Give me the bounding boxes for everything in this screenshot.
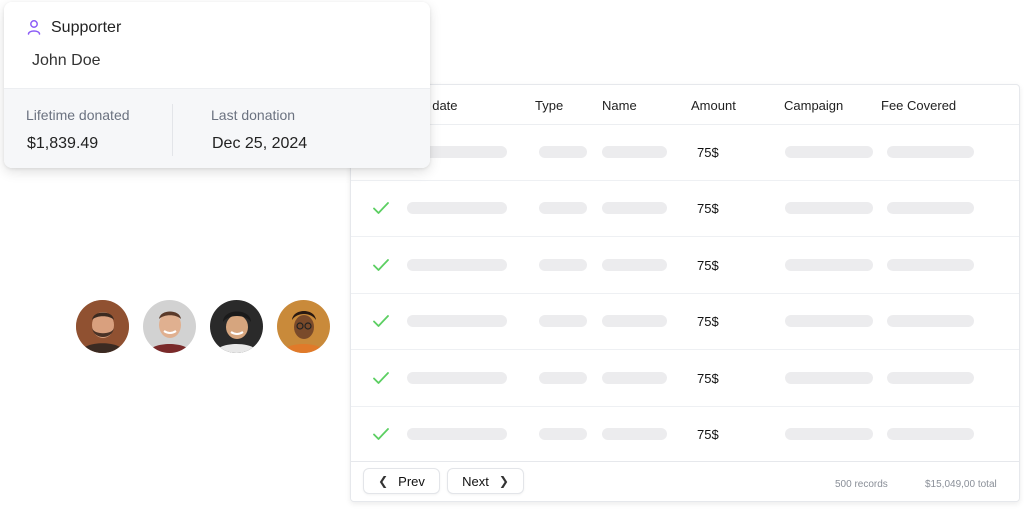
pill-date bbox=[407, 202, 507, 215]
pill-campaign bbox=[785, 315, 873, 328]
last-donation-value: Dec 25, 2024 bbox=[212, 135, 308, 152]
pill-date bbox=[407, 428, 507, 440]
header-amount[interactable]: Amount bbox=[691, 98, 736, 113]
amount-cell: 75$ bbox=[697, 257, 719, 273]
table-row[interactable]: 75$ bbox=[351, 294, 1019, 351]
pill-date bbox=[407, 315, 507, 328]
table-row[interactable]: 75$ bbox=[351, 238, 1019, 294]
supporter-card-header: Supporter John Doe bbox=[4, 2, 430, 89]
pill-fee bbox=[887, 428, 974, 440]
amount-cell: 75$ bbox=[697, 145, 719, 160]
pill-fee bbox=[887, 146, 974, 158]
check-icon bbox=[373, 428, 389, 440]
check-icon bbox=[373, 258, 389, 271]
header-fee-covered[interactable]: Fee Covered bbox=[881, 98, 956, 113]
amount-cell: 75$ bbox=[697, 314, 719, 330]
pill-name bbox=[602, 371, 667, 384]
pill-type bbox=[539, 202, 587, 215]
user-icon bbox=[27, 20, 41, 35]
pill-campaign bbox=[785, 202, 873, 215]
pill-name bbox=[602, 258, 667, 271]
pill-name bbox=[602, 146, 667, 158]
table-row[interactable]: 75$ bbox=[351, 125, 1019, 181]
stats-divider bbox=[172, 104, 173, 156]
supporter-card: Supporter John Doe Lifetime donated $1,8… bbox=[4, 2, 430, 168]
pill-campaign bbox=[785, 428, 873, 440]
pill-name bbox=[602, 428, 667, 440]
pill-fee bbox=[887, 202, 974, 215]
avatar-woman-glasses-icon bbox=[277, 300, 330, 353]
pill-date bbox=[407, 258, 507, 271]
avatar[interactable] bbox=[76, 300, 129, 353]
pill-date bbox=[407, 371, 507, 384]
pill-fee bbox=[887, 371, 974, 384]
supporter-role: Supporter bbox=[51, 19, 122, 36]
avatar[interactable] bbox=[210, 300, 263, 353]
next-label: Next bbox=[462, 473, 489, 489]
check-icon bbox=[373, 202, 389, 215]
avatar-bearded-man-icon bbox=[76, 300, 129, 353]
prev-label: Prev bbox=[398, 473, 425, 489]
pill-name bbox=[602, 202, 667, 215]
header-type[interactable]: Type bbox=[535, 98, 563, 113]
chevron-right-icon: ❯ bbox=[498, 474, 509, 488]
pill-campaign bbox=[785, 258, 873, 271]
pill-fee bbox=[887, 315, 974, 328]
table-row[interactable]: 75$ bbox=[351, 351, 1019, 407]
pill-type bbox=[539, 371, 587, 384]
pill-campaign bbox=[785, 146, 873, 158]
last-donation-label: Last donation bbox=[211, 107, 296, 123]
header-name[interactable]: Name bbox=[602, 98, 637, 113]
lifetime-donated-value: $1,839.49 bbox=[27, 135, 99, 152]
pill-fee bbox=[887, 258, 974, 271]
pill-type bbox=[539, 428, 587, 440]
avatar[interactable] bbox=[277, 300, 330, 353]
table-row[interactable]: 75$ bbox=[351, 407, 1019, 463]
avatar-smiling-man-icon bbox=[143, 300, 196, 353]
avatar-young-man-icon bbox=[210, 300, 263, 353]
donations-table: t date Type Name Amount Campaign Fee Cov… bbox=[350, 84, 1020, 502]
pill-type bbox=[539, 146, 587, 158]
supporter-stats bbox=[4, 89, 430, 168]
amount-cell: 75$ bbox=[697, 427, 719, 442]
avatar[interactable] bbox=[143, 300, 196, 353]
chevron-left-icon: ❮ bbox=[378, 474, 389, 488]
pill-name bbox=[602, 315, 667, 328]
pill-campaign bbox=[785, 371, 873, 384]
amount-cell: 75$ bbox=[697, 370, 719, 386]
records-count: 500 records bbox=[835, 479, 888, 490]
records-total: $15,049,00 total bbox=[925, 479, 997, 490]
check-icon bbox=[373, 315, 389, 328]
supporter-name: John Doe bbox=[32, 52, 101, 69]
header-campaign[interactable]: Campaign bbox=[784, 98, 843, 113]
table-header: t date Type Name Amount Campaign Fee Cov… bbox=[351, 85, 1019, 125]
table-row[interactable]: 75$ bbox=[351, 181, 1019, 238]
check-icon bbox=[373, 371, 389, 384]
pagination-bar: ❮ Prev Next ❯ 500 records $15,049,00 tot… bbox=[351, 461, 1019, 501]
amount-cell: 75$ bbox=[697, 201, 719, 217]
prev-button[interactable]: ❮ Prev bbox=[363, 468, 440, 494]
lifetime-donated-label: Lifetime donated bbox=[26, 107, 130, 123]
pill-type bbox=[539, 315, 587, 328]
pill-type bbox=[539, 258, 587, 271]
next-button[interactable]: Next ❯ bbox=[447, 468, 524, 494]
